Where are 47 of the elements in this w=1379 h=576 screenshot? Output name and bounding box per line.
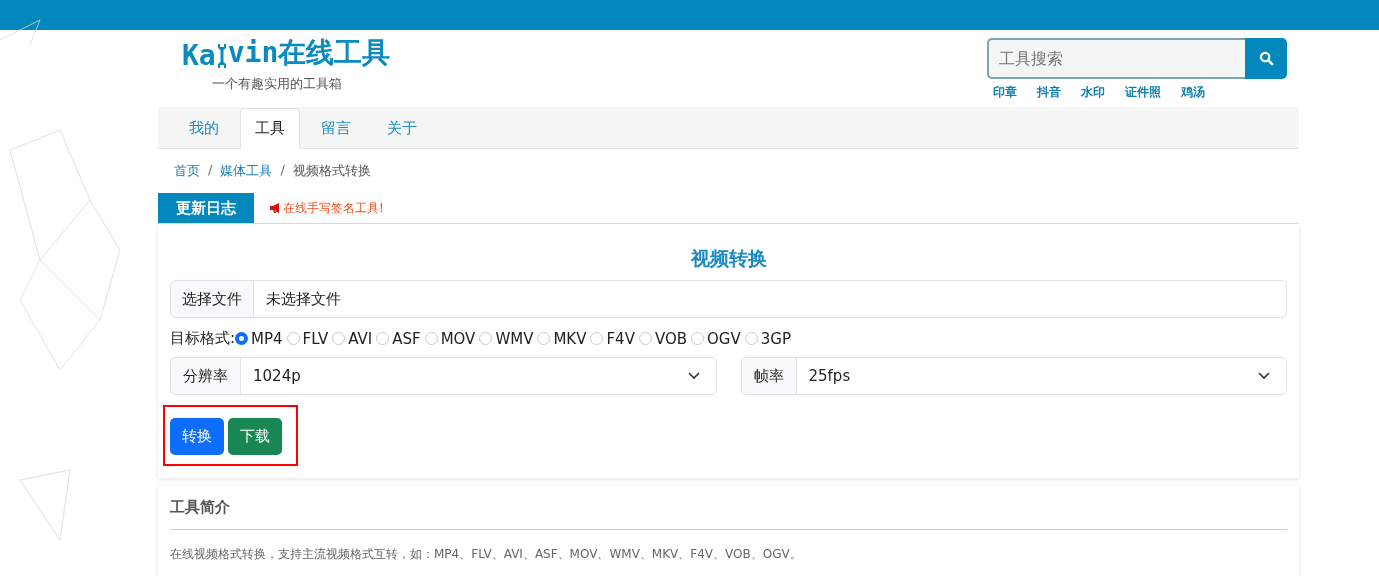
format-option-label[interactable]: AVI [348,329,373,348]
intro-text: 在线视频格式转换，支持主流视频格式互转，如：MP4、FLV、AVI、ASF、MOV、WMV、MKV、F4V、VOB、OGV。 [170,546,803,563]
notice-link[interactable]: 在线手写签名工具! [283,199,384,217]
megaphone-icon [269,203,281,213]
format-option-label[interactable]: MP4 [251,329,283,348]
logo-text: vin在线工具 [227,35,391,71]
action-button[interactable]: 下载 [228,418,282,455]
chevron-down-icon [687,372,700,380]
hot-search-link[interactable]: 鸡汤 [1181,84,1205,101]
framerate-select[interactable]: 帧率 25fps [740,357,1287,395]
format-option-label[interactable]: VOB [654,329,687,348]
format-option-label[interactable]: F4V [606,329,635,348]
breadcrumb-link[interactable]: 首页 [174,162,200,180]
format-label: 目标格式: [170,329,236,348]
search-field[interactable]: 工具搜索 [987,38,1245,79]
action-button[interactable]: 转换 [170,418,224,455]
breadcrumb-separator: / [208,162,213,179]
resolution-select[interactable]: 分辨率 1024p [170,357,717,395]
wrench-icon [216,43,227,69]
format-option-label[interactable]: MKV [553,329,587,348]
nav-tab[interactable]: 留言 [306,108,366,149]
format-option-label[interactable]: FLV [302,329,329,348]
section-title: 工具简介 [170,498,231,517]
nav-tab[interactable]: 工具 [240,108,300,149]
chevron-down-icon [1258,372,1270,380]
tool-title: 视频转换 [689,246,768,271]
update-log-tab[interactable]: 更新日志 [158,193,254,223]
radio-button[interactable] [235,332,249,345]
format-option-label[interactable]: ASF [392,329,421,348]
search-icon [1258,51,1274,66]
format-option-label[interactable]: MOV [440,329,476,348]
hot-search-link[interactable]: 抖音 [1037,84,1061,101]
hot-search-link[interactable]: 印章 [993,84,1017,101]
breadcrumb-link[interactable]: 媒体工具 [220,162,273,180]
format-option-label[interactable]: 3GP [760,329,791,348]
hot-search-link[interactable]: 水印 [1081,84,1105,101]
format-option-label[interactable]: OGV [707,329,741,348]
breadcrumb-current: 视频格式转换 [292,162,371,180]
breadcrumb-separator: / [280,162,285,179]
search-button[interactable] [1245,38,1287,79]
file-input[interactable]: 选择文件 未选择文件 [170,280,1287,318]
nav-tab[interactable]: 关于 [372,108,432,149]
format-option-label[interactable]: WMV [495,329,534,348]
slogan: 一个有趣实用的工具箱 [212,75,343,93]
nav-tab[interactable]: 我的 [174,108,234,149]
logo-text: Ka [182,39,216,72]
hot-search-link[interactable]: 证件照 [1125,84,1161,101]
